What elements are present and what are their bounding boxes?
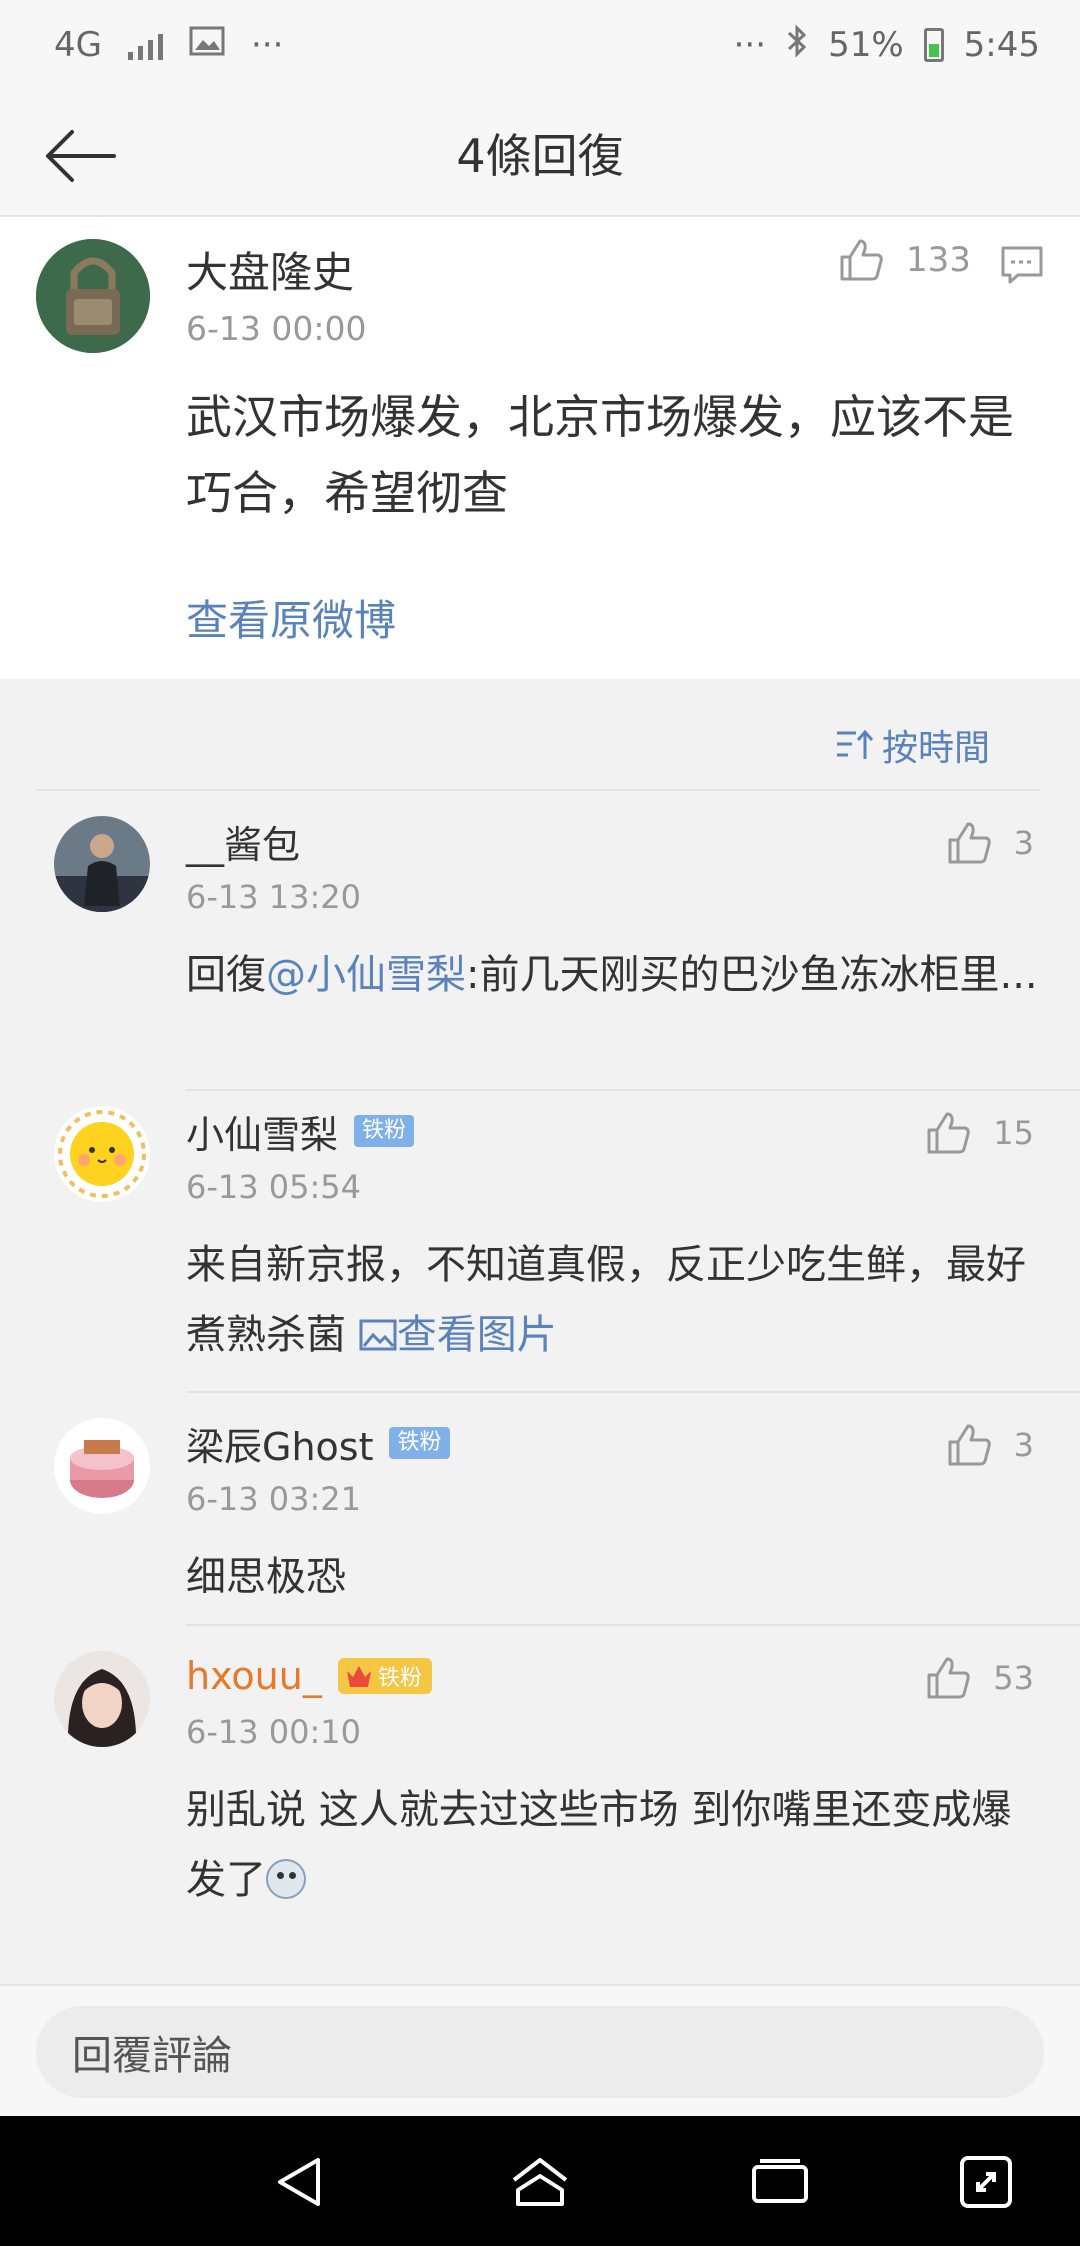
thumbs-up-icon (948, 1424, 991, 1466)
clock: 5:45 (963, 25, 1040, 65)
comment-timestamp: 6-13 00:10 (186, 1713, 362, 1751)
original-comment: 大盘隆史 6-13 00:00 133 武汉市场爆发，北京市场爆发，应该不是巧合… (0, 217, 1080, 679)
view-original-link[interactable]: 查看原微博 (186, 587, 396, 648)
signal-icon (127, 30, 163, 60)
thumbs-up-icon (927, 1112, 970, 1154)
nav-recents-button[interactable] (742, 2144, 818, 2220)
like-count: 15 (993, 1114, 1034, 1152)
battery-percent: 51% (828, 25, 904, 65)
comment-username[interactable]: __酱包 (186, 816, 300, 867)
battery-icon (923, 28, 944, 62)
like-button[interactable]: 15 (925, 1110, 1034, 1156)
more-status-icon: ··· (733, 25, 767, 65)
status-left: 4G ··· (54, 22, 283, 68)
thumbs-up-icon (927, 1657, 970, 1699)
vip-fan-badge: 5 铁粉 (337, 1658, 432, 1694)
expand-icon (960, 2156, 1012, 2208)
like-count: 53 (993, 1659, 1034, 1697)
page-title: 4條回復 (456, 128, 624, 183)
fan-badge: 铁粉 (354, 1115, 415, 1147)
reply-input[interactable]: 回覆評論 (36, 2006, 1044, 2098)
avatar[interactable] (36, 239, 150, 353)
bluetooth-icon (786, 23, 808, 68)
avatar[interactable] (54, 1418, 150, 1514)
like-count: 133 (906, 240, 971, 280)
person-avatar-icon (54, 816, 150, 912)
cake-avatar-icon (54, 1418, 150, 1514)
comment-bubble-icon (1001, 246, 1043, 284)
comment-item: 小仙雪梨 铁粉 6-13 05:54 15 来自新京报，不知道真假，反正少吃生鲜… (0, 1106, 1080, 1358)
triangle-back-icon (278, 2158, 320, 2206)
comment-username[interactable]: hxouu_ 5 铁粉 (186, 1651, 432, 1701)
thumbs-up-icon (948, 822, 991, 864)
divider (186, 1089, 1080, 1091)
avatar[interactable] (54, 1651, 150, 1747)
comment-username[interactable]: 小仙雪梨 铁粉 (186, 1106, 415, 1157)
post-text: 武汉市场爆发，北京市场爆发，应该不是巧合，希望彻查 (186, 390, 1014, 520)
thumbs-up-icon (840, 239, 883, 281)
comment-item: hxouu_ 5 铁粉 6-13 00:10 53 别乱说 这人就去过这些市场 … (0, 1651, 1080, 1903)
sort-label: 按時間 (881, 728, 990, 769)
avatar[interactable] (54, 1106, 150, 1202)
network-indicator: 4G (54, 25, 102, 65)
mention-link[interactable]: @小仙雪梨 (266, 952, 466, 998)
like-button[interactable]: 3 (946, 820, 1034, 866)
crown-icon (346, 1666, 371, 1687)
husky-emoji-icon (266, 1859, 306, 1899)
image-icon (359, 1319, 397, 1351)
avatar[interactable] (54, 816, 150, 912)
sort-icon (836, 729, 874, 759)
comment-text: 别乱说 这人就去过这些市场 到你嘴里还变成爆发了 (186, 1787, 1012, 1903)
comment-item: __酱包 6-13 13:20 3 回復@小仙雪梨:前几天刚买的巴沙鱼冻冰柜里.… (0, 816, 1080, 998)
divider (186, 1624, 1080, 1626)
like-count: 3 (1013, 824, 1034, 862)
nav-fullscreen-button[interactable] (948, 2144, 1024, 2220)
comment-button[interactable] (1000, 245, 1044, 289)
replies-section: 按時間 __酱包 6-13 13:20 3 回復@小仙雪梨:前几天刚买的巴沙鱼冻… (0, 679, 1080, 1984)
fan-badge: 铁粉 (389, 1427, 450, 1459)
image-icon (189, 25, 225, 65)
sun-avatar-icon (54, 1106, 150, 1202)
comment-timestamp: 6-13 03:21 (186, 1480, 362, 1518)
comment-timestamp: 6-13 05:54 (186, 1168, 362, 1206)
home-icon (512, 2158, 568, 2206)
status-right: ··· 51% 5:45 (734, 22, 1040, 68)
like-button[interactable]: 53 (925, 1655, 1034, 1701)
sort-by-time-button[interactable]: 按時間 (834, 719, 990, 771)
like-button[interactable]: 133 (838, 237, 971, 283)
system-nav-bar (0, 2116, 1080, 2246)
post-username[interactable]: 大盘隆史 (186, 239, 354, 300)
comment-item: 梁辰Ghost 铁粉 6-13 03:21 3 细思极恐 (0, 1418, 1080, 1600)
reply-bar: 回覆評論 (0, 1984, 1080, 2116)
comment-text: 来自新京报，不知道真假，反正少吃生鲜，最好煮熟杀菌 查看图片 (186, 1242, 1026, 1358)
comment-username[interactable]: 梁辰Ghost 铁粉 (186, 1418, 450, 1469)
recents-icon (752, 2159, 808, 2203)
more-notifications-icon: ··· (250, 25, 284, 65)
nav-home-button[interactable] (502, 2144, 578, 2220)
like-count: 3 (1013, 1426, 1034, 1464)
post-timestamp: 6-13 00:00 (186, 309, 367, 348)
nav-back-button[interactable] (262, 2144, 338, 2220)
like-button[interactable]: 3 (946, 1422, 1034, 1468)
comment-text: 回復@小仙雪梨:前几天刚买的巴沙鱼冻冰柜里... (186, 952, 1038, 998)
sort-bar: 按時間 (36, 679, 1040, 791)
divider (186, 1391, 1080, 1393)
comment-text: 细思极恐 (186, 1554, 346, 1600)
title-bar: 4條回復 (0, 90, 1080, 217)
padlock-avatar-icon (36, 239, 150, 353)
comment-timestamp: 6-13 13:20 (186, 878, 362, 916)
status-bar: 4G ··· ··· 51% 5:45 (0, 0, 1080, 90)
girl-avatar-icon (54, 1651, 150, 1747)
view-image-link[interactable]: 查看图片 (359, 1312, 557, 1358)
